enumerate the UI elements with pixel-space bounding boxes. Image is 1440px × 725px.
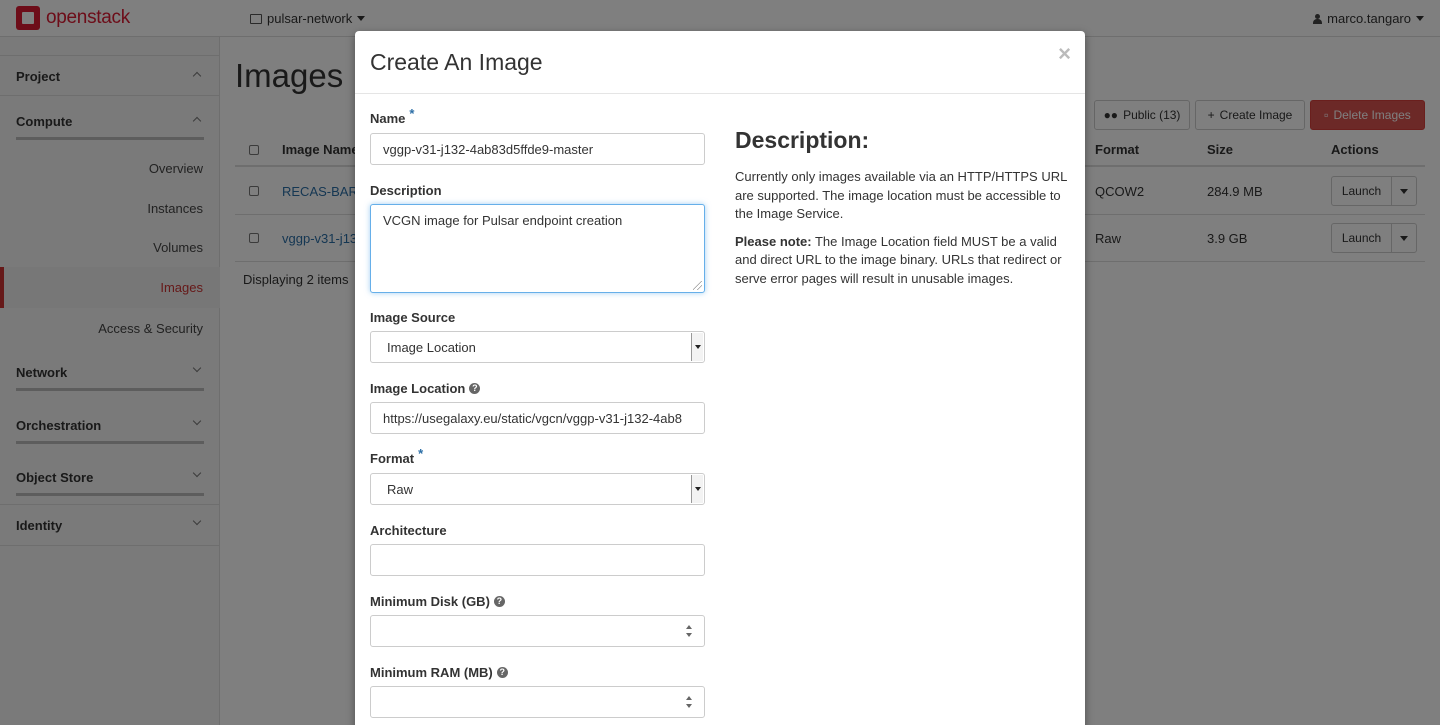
format-label: Format * (370, 446, 423, 466)
number-stepper-icon[interactable] (686, 696, 692, 708)
image-source-value: Image Location (387, 340, 476, 355)
modal-header: Create An Image × (355, 31, 1085, 94)
help-panel: Description: Currently only images avail… (735, 127, 1070, 297)
help-note-bold: Please note: (735, 233, 812, 249)
close-icon[interactable]: × (1058, 43, 1071, 65)
image-location-label-text: Image Location (370, 381, 466, 396)
architecture-field[interactable] (370, 544, 705, 576)
required-marker: * (418, 446, 424, 461)
image-location-field[interactable]: https://usegalaxy.eu/static/vgcn/vggp-v3… (370, 402, 705, 434)
select-arrow-icon (691, 475, 703, 503)
select-arrow-icon (691, 333, 703, 361)
architecture-label: Architecture (370, 523, 447, 538)
min-disk-label: Minimum Disk (GB) ? (370, 594, 505, 609)
modal-title: Create An Image (370, 49, 543, 75)
image-source-select[interactable]: Image Location (370, 331, 705, 363)
description-field[interactable]: VCGN image for Pulsar endpoint creation (370, 204, 705, 293)
resize-handle-icon[interactable] (693, 281, 702, 290)
min-ram-label-text: Minimum RAM (MB) (370, 665, 493, 680)
min-disk-label-text: Minimum Disk (GB) (370, 594, 490, 609)
required-marker: * (409, 106, 415, 121)
help-icon[interactable]: ? (496, 667, 508, 678)
description-label: Description (370, 183, 442, 198)
name-label: Name * (370, 106, 414, 126)
format-select[interactable]: Raw (370, 473, 705, 505)
number-stepper-icon[interactable] (686, 625, 692, 637)
create-image-modal: Create An Image × Name * vggp-v31-j132-4… (355, 31, 1085, 725)
help-icon[interactable]: ? (469, 383, 481, 394)
help-paragraph: Currently only images available via an H… (735, 169, 1067, 221)
help-icon[interactable]: ? (493, 596, 505, 607)
image-location-label: Image Location ? (370, 381, 481, 396)
min-ram-field[interactable] (370, 686, 705, 718)
description-value: VCGN image for Pulsar endpoint creation (383, 213, 623, 228)
name-field[interactable]: vggp-v31-j132-4ab83d5ffde9-master (370, 133, 705, 165)
format-label-text: Format (370, 451, 415, 466)
name-label-text: Name (370, 111, 406, 126)
min-disk-field[interactable] (370, 615, 705, 647)
help-heading: Description: (735, 127, 870, 153)
image-source-label: Image Source (370, 310, 456, 325)
format-value: Raw (387, 482, 414, 497)
help-note: Please note: The Image Location field MU… (735, 233, 1070, 289)
min-ram-label: Minimum RAM (MB) ? (370, 665, 508, 680)
